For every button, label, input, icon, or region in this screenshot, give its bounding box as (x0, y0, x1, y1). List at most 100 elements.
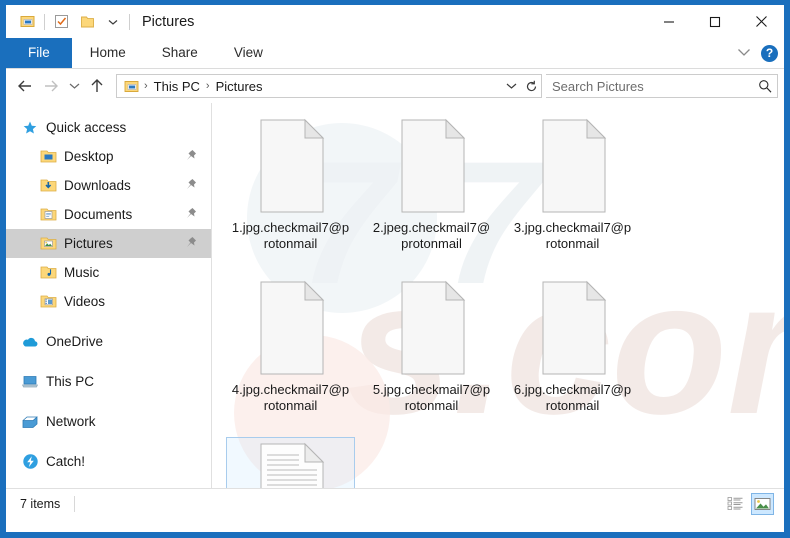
up-button[interactable] (84, 73, 110, 99)
chevron-down-icon[interactable] (100, 10, 126, 34)
properties-icon[interactable] (15, 10, 41, 34)
tab-home[interactable]: Home (72, 38, 144, 68)
file-name: 3.jpg.checkmail7@protonmail (513, 220, 632, 251)
sidebar-item-quick-access[interactable]: Quick access (6, 113, 211, 142)
folder-pictures-icon (38, 235, 58, 253)
navigation-bar: › This PC › Pictures (6, 69, 784, 103)
toolbar-divider (44, 13, 45, 30)
sidebar-label: OneDrive (46, 334, 104, 349)
sidebar-label: Videos (64, 294, 106, 309)
file-item[interactable]: 6.jpg.checkmail7@protonmail (508, 275, 637, 437)
file-item[interactable]: warning.txt (226, 437, 355, 488)
pin-icon[interactable] (185, 149, 197, 168)
folder-icon[interactable] (74, 10, 100, 34)
forward-button[interactable] (38, 73, 64, 99)
sidebar-label: Music (64, 265, 100, 280)
sidebar-label: Catch! (46, 454, 86, 469)
search-input[interactable] (546, 77, 753, 95)
pin-icon[interactable] (185, 236, 197, 255)
minimize-button[interactable] (646, 5, 692, 38)
breadcrumb-separator-1[interactable]: › (142, 80, 150, 92)
search-box[interactable] (546, 74, 778, 98)
text-file-icon (253, 442, 329, 488)
sidebar-item-onedrive[interactable]: OneDrive (6, 327, 211, 356)
breadcrumb-separator-2[interactable]: › (204, 80, 212, 92)
folder-icon[interactable] (122, 79, 142, 93)
sidebar-label: Desktop (64, 149, 114, 164)
title-divider (129, 13, 130, 30)
sidebar-label: Network (46, 414, 96, 429)
title-bar: Pictures (6, 5, 784, 38)
sidebar-item-documents[interactable]: Documents (6, 200, 211, 229)
file-name: 6.jpg.checkmail7@protonmail (513, 382, 632, 413)
cloud-icon (20, 333, 40, 351)
status-bar: 7 items (6, 488, 784, 518)
details-view-icon[interactable] (724, 493, 747, 515)
window-inner: Pictures File Home Share View ? › This P… (6, 5, 784, 532)
tab-share[interactable]: Share (144, 38, 216, 68)
search-icon[interactable] (753, 79, 777, 93)
navigation-pane: Quick access Desktop Downloads Documents… (6, 103, 212, 488)
recent-locations-button[interactable] (64, 73, 84, 99)
back-button[interactable] (12, 73, 38, 99)
main-area: Quick access Desktop Downloads Documents… (6, 103, 784, 488)
window-controls (646, 5, 784, 38)
chevron-down-icon[interactable] (737, 44, 751, 62)
address-dropdown-icon[interactable] (501, 75, 521, 97)
pin-icon[interactable] (185, 207, 197, 226)
sidebar-item-music[interactable]: Music (6, 258, 211, 287)
sidebar-item-pictures[interactable]: Pictures (6, 229, 211, 258)
breadcrumb: › This PC › Pictures (117, 79, 501, 94)
item-count: 7 items (20, 496, 61, 511)
file-list-pane[interactable]: s.com 7 7 (212, 103, 784, 488)
star-icon (20, 119, 40, 137)
tab-view[interactable]: View (216, 38, 281, 68)
pin-icon[interactable] (185, 178, 197, 197)
help-icon[interactable]: ? (761, 44, 778, 62)
sidebar-label: Downloads (64, 178, 131, 193)
blank-file-icon (394, 280, 470, 376)
blank-file-icon (253, 280, 329, 376)
explorer-window: Pictures File Home Share View ? › This P… (0, 0, 790, 538)
blank-file-icon (535, 118, 611, 214)
refresh-icon[interactable] (521, 75, 541, 97)
sidebar-item-videos[interactable]: Videos (6, 287, 211, 316)
breadcrumb-item-this-pc[interactable]: This PC (150, 79, 204, 94)
file-name: 1.jpg.checkmail7@protonmail (231, 220, 350, 251)
ribbon-tab-strip: File Home Share View ? (6, 38, 784, 69)
sidebar-item-desktop[interactable]: Desktop (6, 142, 211, 171)
quick-access-toolbar (6, 10, 133, 34)
catch-icon (20, 453, 40, 471)
file-item[interactable]: 4.jpg.checkmail7@protonmail (226, 275, 355, 437)
maximize-button[interactable] (692, 5, 738, 38)
sidebar-item-network[interactable]: Network (6, 407, 211, 436)
tab-file[interactable]: File (6, 38, 72, 68)
sidebar-label: This PC (46, 374, 95, 389)
file-item[interactable]: 1.jpg.checkmail7@protonmail (226, 113, 355, 275)
file-name: 2.jpeg.checkmail7@protonmail (372, 220, 491, 251)
folder-desktop-icon (38, 148, 58, 166)
large-icons-view-icon[interactable] (751, 492, 774, 515)
view-mode-buttons (724, 492, 774, 515)
file-item[interactable]: 2.jpeg.checkmail7@protonmail (367, 113, 496, 275)
breadcrumb-item-pictures[interactable]: Pictures (212, 79, 267, 94)
sidebar-item-this-pc[interactable]: This PC (6, 367, 211, 396)
computer-icon (20, 373, 40, 391)
file-item[interactable]: 3.jpg.checkmail7@protonmail (508, 113, 637, 275)
blank-file-icon (253, 118, 329, 214)
close-button[interactable] (738, 5, 784, 38)
sidebar-item-catch[interactable]: Catch! (6, 447, 211, 476)
network-icon (20, 413, 40, 431)
ribbon-controls: ? (737, 38, 778, 68)
file-item[interactable]: 5.jpg.checkmail7@protonmail (367, 275, 496, 437)
file-grid: 1.jpg.checkmail7@protonmail 2.jpeg.check… (212, 103, 784, 488)
checkbox-icon[interactable] (48, 10, 74, 34)
blank-file-icon (535, 280, 611, 376)
blank-file-icon (394, 118, 470, 214)
address-bar[interactable]: › This PC › Pictures (116, 74, 542, 98)
sidebar-item-downloads[interactable]: Downloads (6, 171, 211, 200)
